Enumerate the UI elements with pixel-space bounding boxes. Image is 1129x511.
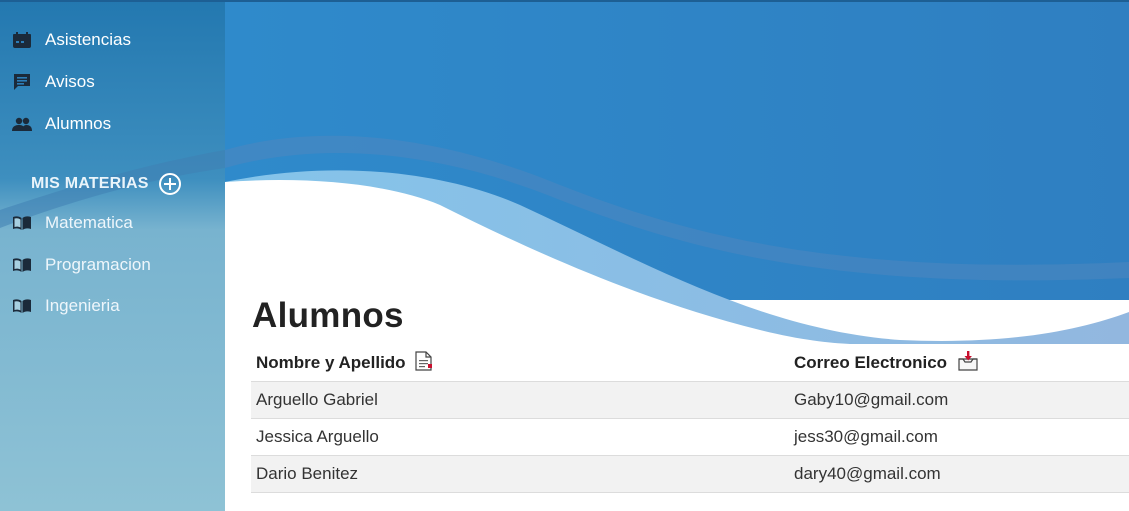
student-email: Gaby10@gmail.com — [789, 381, 1129, 419]
student-email: jess30@gmail.com — [789, 418, 1129, 456]
table-row[interactable]: Jessica Arguello jess30@gmail.com — [251, 418, 1129, 456]
students-table: Nombre y Apellido Correo Electronico Arg… — [251, 345, 1129, 493]
table-header-row: Nombre y Apellido Correo Electronico — [251, 345, 1129, 382]
sidebar-item-label: Avisos — [45, 72, 95, 91]
top-border — [0, 0, 1129, 2]
column-header-label: Nombre y Apellido — [256, 352, 406, 372]
sidebar-item-asistencias[interactable]: Asistencias — [12, 25, 131, 55]
calendar-icon — [12, 30, 32, 50]
sidebar-item-label: Matematica — [45, 213, 133, 232]
section-title: MIS MATERIAS — [31, 175, 149, 192]
student-name: Dario Benitez — [251, 455, 789, 493]
column-header-email[interactable]: Correo Electronico — [789, 345, 1129, 382]
table-row[interactable]: Dario Benitez dary40@gmail.com — [251, 455, 1129, 493]
student-name: Jessica Arguello — [251, 418, 789, 456]
main-content: Alumnos Nombre y Apellido Correo Electro… — [251, 0, 1129, 511]
student-name: Arguello Gabriel — [251, 381, 789, 419]
sidebar-item-alumnos[interactable]: Alumnos — [12, 109, 111, 139]
column-header-name[interactable]: Nombre y Apellido — [251, 345, 789, 382]
book-icon — [12, 213, 32, 233]
plus-circle-icon[interactable] — [158, 173, 181, 195]
sidebar-item-label: Asistencias — [45, 30, 131, 49]
sidebar-item-programacion[interactable]: Programacion — [12, 250, 151, 280]
inbox-icon[interactable] — [957, 350, 979, 376]
sidebar-item-label: Programacion — [45, 255, 151, 274]
message-icon — [12, 72, 32, 92]
people-icon — [12, 114, 32, 134]
sidebar-item-matematica[interactable]: Matematica — [12, 208, 133, 238]
mis-materias-header: MIS MATERIAS — [31, 170, 181, 198]
document-icon[interactable] — [415, 350, 433, 376]
page-title: Alumnos — [252, 296, 404, 335]
student-email: dary40@gmail.com — [789, 455, 1129, 493]
column-header-label: Correo Electronico — [794, 352, 948, 372]
book-icon — [12, 296, 32, 316]
sidebar-item-ingenieria[interactable]: Ingenieria — [12, 291, 120, 321]
table-row[interactable]: Arguello Gabriel Gaby10@gmail.com — [251, 381, 1129, 419]
book-icon — [12, 255, 32, 275]
sidebar-item-label: Alumnos — [45, 114, 112, 133]
sidebar-item-avisos[interactable]: Avisos — [12, 67, 95, 97]
sidebar: Asistencias Avisos Alumnos MIS MATERIAS — [0, 0, 225, 511]
sidebar-item-label: Ingenieria — [45, 296, 120, 315]
